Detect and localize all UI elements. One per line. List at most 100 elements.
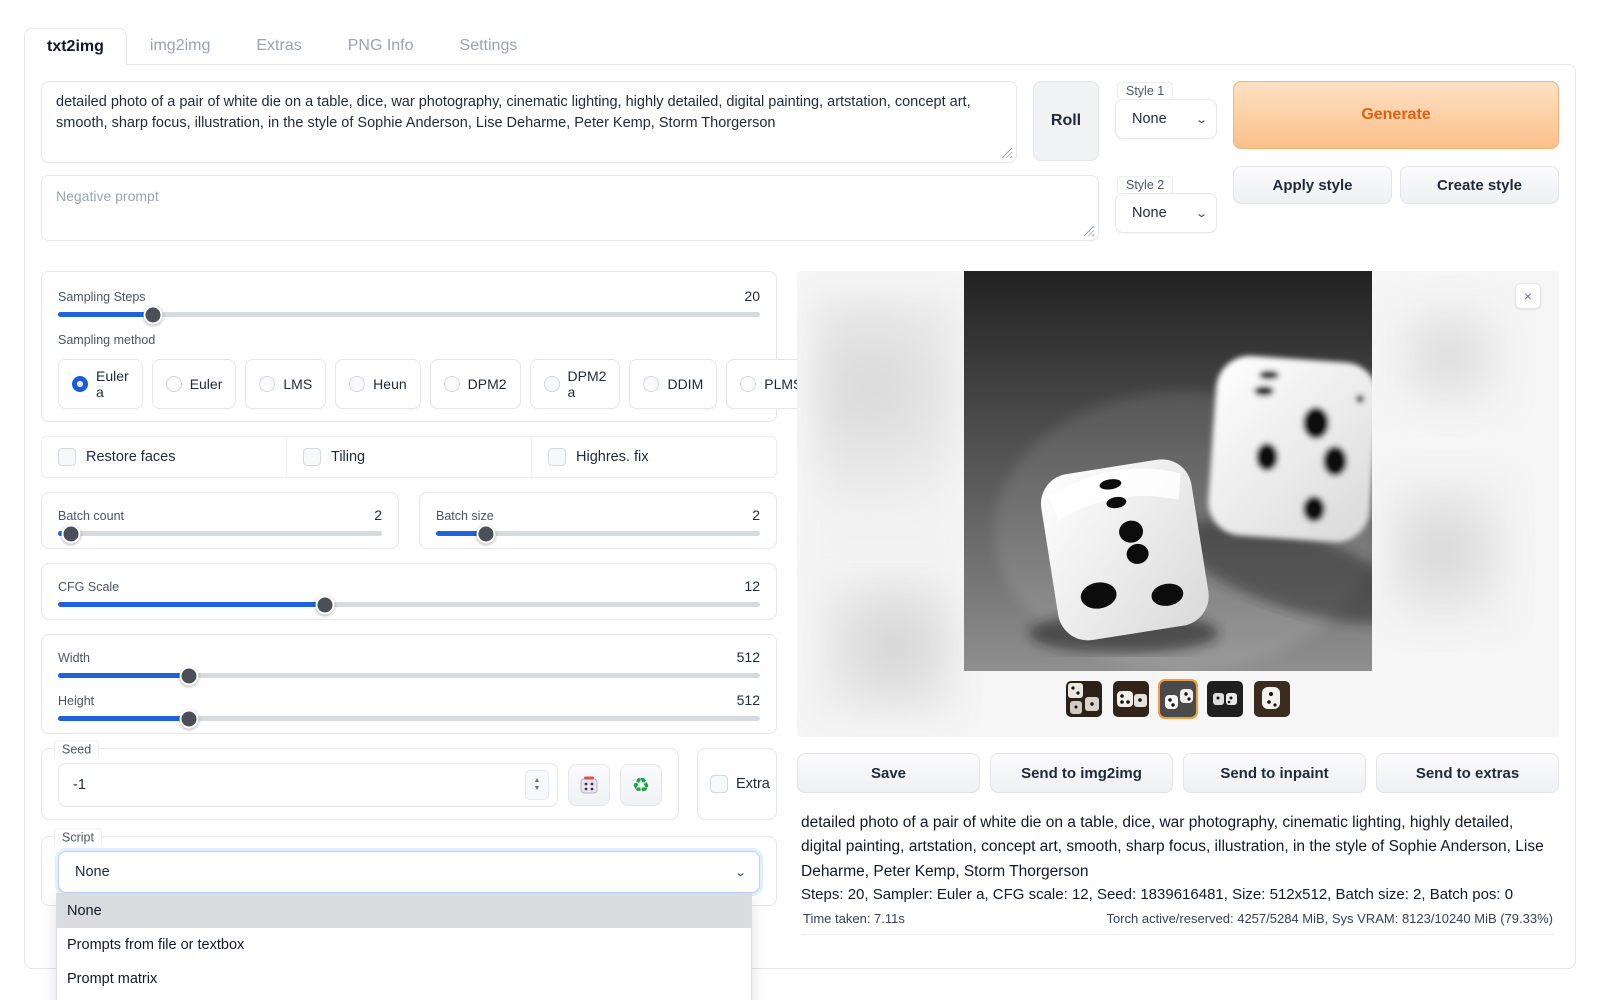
time-taken-text: Time taken: 7.11s <box>803 911 905 926</box>
blurred-preview-image <box>1384 296 1514 416</box>
generated-image[interactable] <box>964 271 1372 671</box>
batch-size-panel: Batch size 2 <box>419 492 777 549</box>
slider-thumb[interactable] <box>61 524 80 543</box>
output-params-text: Steps: 20, Sampler: Euler a, CFG scale: … <box>801 886 1555 903</box>
generate-button[interactable]: Generate <box>1233 81 1559 149</box>
number-stepper[interactable]: ▲▼ <box>525 770 549 800</box>
tab-content: detailed photo of a pair of white die on… <box>24 64 1576 969</box>
radio-dpm2-a[interactable]: DPM2 a <box>530 359 621 409</box>
height-slider[interactable] <box>58 716 760 721</box>
slider-thumb[interactable] <box>477 524 496 543</box>
vram-usage-text: Torch active/reserved: 4257/5284 MiB, Sy… <box>1106 911 1553 926</box>
width-label: Width <box>58 651 90 665</box>
prompt-input[interactable]: detailed photo of a pair of white die on… <box>41 81 1017 163</box>
tab-png-info[interactable]: PNG Info <box>325 27 437 64</box>
send-to-extras-button[interactable]: Send to extras <box>1376 753 1559 793</box>
script-label: Script <box>54 828 102 845</box>
cfg-scale-panel: CFG Scale 12 <box>41 563 777 620</box>
thumbnail-strip <box>797 679 1559 719</box>
seed-value: -1 <box>73 777 86 793</box>
gallery-thumbnail[interactable] <box>1252 679 1292 719</box>
style2-label: Style 2 <box>1117 176 1173 193</box>
width-slider[interactable] <box>58 673 760 678</box>
script-option-none[interactable]: None <box>57 894 751 928</box>
send-to-inpaint-button[interactable]: Send to inpaint <box>1183 753 1366 793</box>
height-value: 512 <box>737 692 760 708</box>
tab-extras[interactable]: Extras <box>233 27 324 64</box>
style1-dropdown[interactable]: None ⌄ <box>1115 99 1217 139</box>
seed-input[interactable]: -1 ▲▼ <box>58 763 558 807</box>
tab-settings[interactable]: Settings <box>437 27 541 64</box>
save-button[interactable]: Save <box>797 753 980 793</box>
extra-seed-checkbox[interactable]: Extra <box>697 748 777 820</box>
cfg-scale-label: CFG Scale <box>58 580 119 594</box>
slider-thumb[interactable] <box>315 595 334 614</box>
script-dropdown[interactable]: None ⌄ <box>58 851 760 893</box>
radio-dpm2[interactable]: DPM2 <box>430 359 521 409</box>
cfg-scale-slider[interactable] <box>58 602 760 607</box>
tiling-checkbox[interactable]: Tiling <box>286 437 531 477</box>
cfg-scale-value: 12 <box>744 578 760 594</box>
batch-count-slider[interactable] <box>58 531 382 536</box>
gallery-thumbnail[interactable] <box>1205 679 1245 719</box>
close-icon[interactable]: × <box>1515 283 1541 309</box>
radio-euler-a[interactable]: Euler a <box>58 359 143 409</box>
roll-button[interactable]: Roll <box>1033 81 1099 161</box>
slider-thumb[interactable] <box>180 666 199 685</box>
radio-icon <box>72 376 88 392</box>
sampling-method-label: Sampling method <box>58 333 155 347</box>
resize-handle-icon[interactable] <box>1083 225 1094 236</box>
script-option-xy-plot[interactable]: X/Y plot <box>57 996 751 1000</box>
radio-euler[interactable]: Euler <box>152 359 237 409</box>
checkbox-icon <box>58 448 76 466</box>
checkbox-icon <box>710 775 728 793</box>
sampling-method-group: Euler a Euler LMS Heun DPM2 DPM2 a DDIM … <box>58 359 760 409</box>
recycle-icon: ♻ <box>632 773 650 798</box>
radio-icon <box>544 376 560 392</box>
radio-heun[interactable]: Heun <box>335 359 420 409</box>
resize-handle-icon[interactable] <box>1001 147 1012 158</box>
gallery-thumbnail[interactable] <box>1064 679 1104 719</box>
seed-label: Seed <box>54 740 99 757</box>
script-panel: Script None ⌄ None Prompts from file or … <box>41 836 777 906</box>
reuse-seed-button[interactable]: ♻ <box>620 764 662 806</box>
radio-icon <box>643 376 659 392</box>
toggle-strip: Restore faces Tiling Highres. fix <box>41 436 777 478</box>
create-style-button[interactable]: Create style <box>1400 166 1559 204</box>
script-value: None <box>75 864 110 880</box>
radio-icon <box>349 376 365 392</box>
radio-ddim[interactable]: DDIM <box>629 359 717 409</box>
gallery-thumbnail-selected[interactable] <box>1158 679 1198 719</box>
script-option-prompt-matrix[interactable]: Prompt matrix <box>57 962 751 996</box>
chevron-down-icon: ⌄ <box>1195 113 1208 126</box>
script-option-prompts-file[interactable]: Prompts from file or textbox <box>57 928 751 962</box>
batch-count-value: 2 <box>374 507 382 523</box>
sampling-steps-slider[interactable] <box>58 312 760 317</box>
dice-icon <box>578 774 600 796</box>
highres-fix-checkbox[interactable]: Highres. fix <box>531 437 776 477</box>
blurred-preview-image <box>1384 471 1514 631</box>
radio-icon <box>259 376 275 392</box>
sampling-steps-label: Sampling Steps <box>58 290 146 304</box>
tab-txt2img[interactable]: txt2img <box>24 28 127 65</box>
batch-size-slider[interactable] <box>436 531 760 536</box>
radio-icon <box>740 376 756 392</box>
negative-prompt-input[interactable]: Negative prompt <box>41 175 1099 241</box>
send-to-img2img-button[interactable]: Send to img2img <box>990 753 1173 793</box>
apply-style-button[interactable]: Apply style <box>1233 166 1392 204</box>
gallery-thumbnail[interactable] <box>1111 679 1151 719</box>
tab-img2img[interactable]: img2img <box>127 27 233 64</box>
radio-icon <box>166 376 182 392</box>
style2-dropdown[interactable]: None ⌄ <box>1115 193 1217 233</box>
checkbox-icon <box>303 448 321 466</box>
radio-lms[interactable]: LMS <box>245 359 326 409</box>
style1-label: Style 1 <box>1117 82 1173 99</box>
slider-thumb[interactable] <box>180 709 199 728</box>
restore-faces-checkbox[interactable]: Restore faces <box>42 437 286 477</box>
slider-thumb[interactable] <box>143 305 162 324</box>
style2-value: None <box>1132 205 1167 221</box>
prompt-text: detailed photo of a pair of white die on… <box>56 94 971 131</box>
random-seed-button[interactable] <box>568 764 610 806</box>
dimensions-panel: Width 512 Height 512 <box>41 634 777 734</box>
txt2img-app: txt2img img2img Extras PNG Info Settings… <box>0 0 1600 969</box>
